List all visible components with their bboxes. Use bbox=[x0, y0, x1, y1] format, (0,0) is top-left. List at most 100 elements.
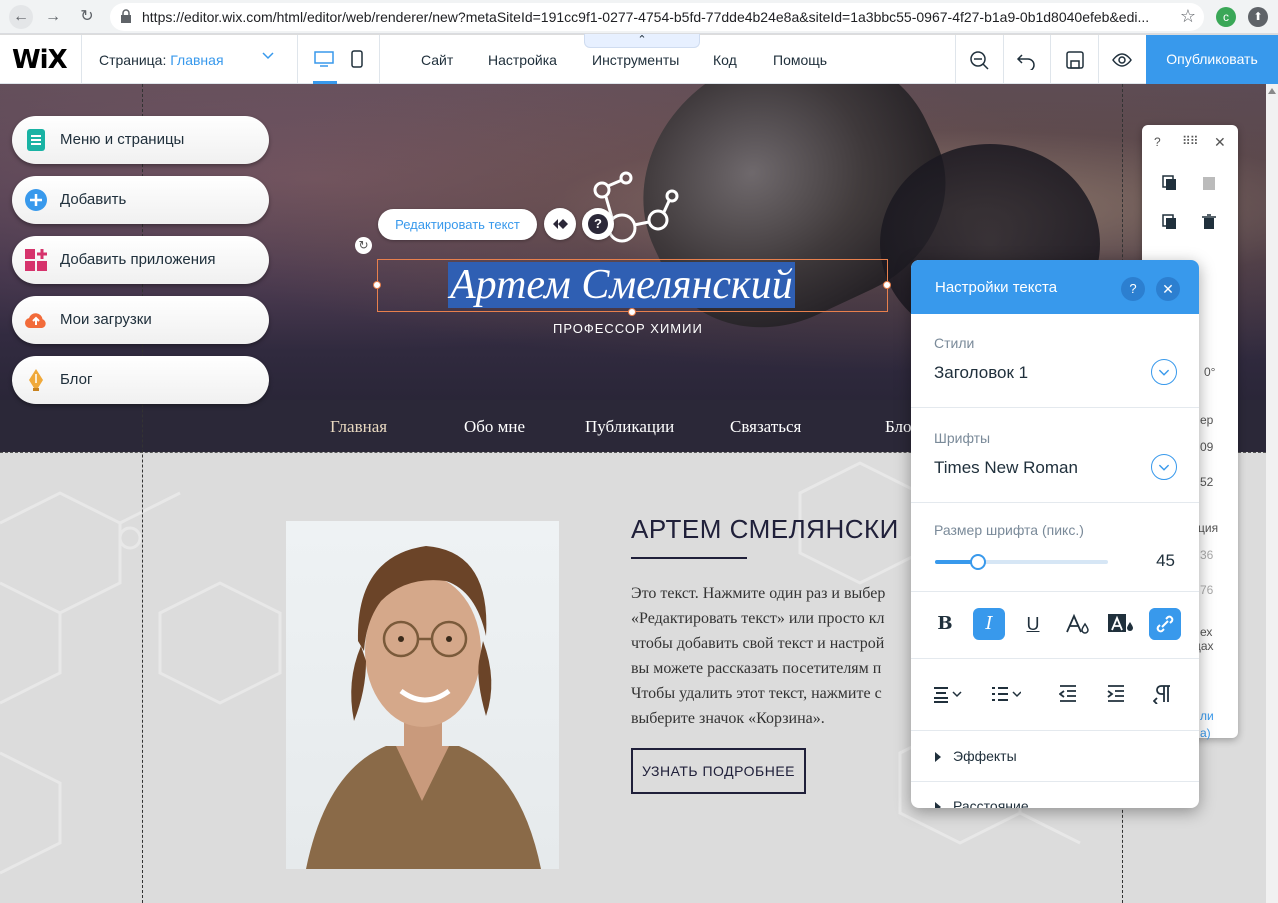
wix-logo[interactable]: WiX bbox=[12, 45, 68, 75]
forward-icon[interactable]: → bbox=[41, 5, 65, 29]
undo-icon[interactable] bbox=[1016, 50, 1036, 70]
apps-icon bbox=[25, 249, 47, 271]
effects-section[interactable]: Эффекты bbox=[935, 748, 1017, 764]
page-selector-label: Страница: bbox=[99, 52, 167, 68]
bold-button[interactable]: B bbox=[929, 608, 961, 640]
desktop-icon[interactable] bbox=[314, 51, 334, 67]
page-scrollbar[interactable] bbox=[1266, 84, 1278, 903]
editor-top-bar: WiX Страница: Главная Сайт Настройка Инс… bbox=[0, 34, 1278, 84]
spacing-section[interactable]: Расстояние bbox=[935, 798, 1029, 808]
my-uploads-label: Мои загрузки bbox=[60, 311, 152, 328]
divider bbox=[81, 35, 82, 84]
edit-text-button[interactable]: Редактировать текст bbox=[378, 209, 537, 240]
blog-button[interactable]: Блог bbox=[12, 356, 269, 404]
preview-eye-icon[interactable] bbox=[1112, 50, 1132, 70]
mobile-icon[interactable] bbox=[351, 50, 363, 68]
trash-icon[interactable] bbox=[1201, 214, 1217, 230]
scroll-up-arrow-icon[interactable] bbox=[1268, 88, 1276, 94]
about-paragraph[interactable]: Это текст. Нажмите один раз и выбер «Ред… bbox=[631, 581, 931, 731]
rotate-icon[interactable]: ↻ bbox=[355, 237, 372, 254]
menu-settings[interactable]: Настройка bbox=[488, 52, 557, 68]
link-icon[interactable] bbox=[1149, 608, 1181, 640]
text-settings-header[interactable]: Настройки текста ? ✕ bbox=[911, 260, 1199, 314]
toolbar-fragment: 09 bbox=[1200, 440, 1214, 454]
reload-icon[interactable]: ↻ bbox=[75, 5, 99, 29]
separator bbox=[911, 591, 1199, 592]
profile-photo[interactable] bbox=[286, 521, 559, 869]
back-icon[interactable]: ← bbox=[9, 5, 33, 29]
fonts-label: Шрифты bbox=[934, 430, 991, 446]
page-selector[interactable]: Страница: Главная bbox=[99, 52, 224, 68]
help-button[interactable]: ? bbox=[582, 208, 614, 240]
text-color-icon[interactable] bbox=[1061, 608, 1093, 640]
publish-button[interactable]: Опубликовать bbox=[1146, 35, 1278, 84]
profile-avatar[interactable]: c bbox=[1216, 7, 1236, 27]
site-nav-home[interactable]: Главная bbox=[330, 417, 387, 437]
menu-help[interactable]: Помощь bbox=[773, 52, 827, 68]
address-bar[interactable]: https://editor.wix.com/html/editor/web/r… bbox=[110, 3, 1204, 31]
menu-tools[interactable]: Инструменты bbox=[592, 52, 679, 68]
styles-dropdown-value[interactable]: Заголовок 1 bbox=[934, 363, 1028, 383]
italic-button[interactable]: I bbox=[973, 608, 1005, 640]
about-line: чтобы добавить свой текст и настрой bbox=[631, 635, 885, 652]
learn-more-button[interactable]: УЗНАТЬ ПОДРОБНЕЕ bbox=[631, 748, 806, 794]
help-icon[interactable]: ? bbox=[1121, 277, 1145, 301]
animation-icon[interactable] bbox=[544, 208, 576, 240]
zoom-out-icon[interactable] bbox=[969, 50, 989, 70]
highlight-color-icon[interactable] bbox=[1105, 608, 1137, 640]
chevron-down-icon[interactable] bbox=[262, 49, 274, 61]
separator bbox=[911, 407, 1199, 408]
menu-site[interactable]: Сайт bbox=[421, 52, 453, 68]
drag-handle-icon[interactable]: ⠿⠿ bbox=[1182, 134, 1199, 148]
toolbar-help-icon[interactable]: ? bbox=[1154, 135, 1161, 149]
bookmark-star-icon[interactable]: ☆ bbox=[1180, 6, 1196, 27]
copy-icon[interactable] bbox=[1162, 175, 1178, 191]
divider bbox=[297, 35, 298, 84]
expand-arrow-icon bbox=[935, 802, 941, 808]
underline-button[interactable]: U bbox=[1017, 608, 1049, 640]
pages-icon bbox=[27, 129, 45, 151]
site-nav-publications[interactable]: Публикации bbox=[585, 417, 674, 437]
divider bbox=[1050, 35, 1051, 84]
url-text: https://editor.wix.com/html/editor/web/r… bbox=[142, 9, 1150, 25]
increase-indent-icon[interactable] bbox=[1107, 684, 1137, 704]
font-size-slider-handle[interactable] bbox=[970, 554, 986, 570]
extension-icon[interactable]: ⬆ bbox=[1248, 7, 1268, 27]
decrease-indent-icon[interactable] bbox=[1059, 684, 1089, 704]
hero-subtitle[interactable]: ПРОФЕССОР ХИМИИ bbox=[553, 321, 703, 336]
menus-pages-label: Меню и страницы bbox=[60, 131, 185, 148]
my-uploads-button[interactable]: Мои загрузки bbox=[12, 296, 269, 344]
help-icon: ? bbox=[588, 214, 608, 234]
menu-code[interactable]: Код bbox=[713, 52, 737, 68]
toolbar-fragment: 76 bbox=[1200, 583, 1214, 597]
collapse-toolbar-tab[interactable]: ⌃ bbox=[584, 34, 700, 48]
duplicate-icon[interactable] bbox=[1162, 214, 1178, 230]
site-nav-about[interactable]: Обо мне bbox=[464, 417, 525, 437]
text-direction-icon[interactable] bbox=[1153, 684, 1183, 704]
font-size-value[interactable]: 45 bbox=[1141, 551, 1175, 571]
resize-handle-left[interactable] bbox=[373, 281, 381, 289]
site-nav-contact[interactable]: Связаться bbox=[730, 417, 801, 437]
resize-handle-bottom[interactable] bbox=[628, 308, 636, 316]
close-icon[interactable]: ✕ bbox=[1214, 134, 1226, 151]
site-nav-blog[interactable]: Бло bbox=[885, 417, 912, 437]
list-menu-icon[interactable] bbox=[991, 684, 1021, 704]
close-icon[interactable]: ✕ bbox=[1156, 277, 1180, 301]
align-menu-icon[interactable] bbox=[933, 684, 963, 704]
add-apps-label: Добавить приложения bbox=[60, 251, 216, 268]
chevron-down-icon[interactable] bbox=[1151, 359, 1177, 385]
save-icon[interactable] bbox=[1065, 50, 1085, 70]
menus-pages-button[interactable]: Меню и страницы bbox=[12, 116, 269, 164]
resize-handle-right[interactable] bbox=[883, 281, 891, 289]
paste-icon[interactable] bbox=[1201, 175, 1217, 191]
add-button[interactable]: Добавить bbox=[12, 176, 269, 224]
add-apps-button[interactable]: Добавить приложения bbox=[12, 236, 269, 284]
separator bbox=[911, 658, 1199, 659]
text-settings-panel: Настройки текста ? ✕ Стили Заголовок 1 Ш… bbox=[911, 260, 1199, 808]
chevron-down-icon[interactable] bbox=[1151, 454, 1177, 480]
fonts-dropdown-value[interactable]: Times New Roman bbox=[934, 458, 1078, 478]
hero-heading[interactable]: Артем Смелянский bbox=[448, 262, 795, 308]
toolbar-fragment: 52 bbox=[1200, 475, 1214, 489]
about-title[interactable]: АРТЕМ СМЕЛЯНСКИ bbox=[631, 514, 899, 545]
divider bbox=[1003, 35, 1004, 84]
